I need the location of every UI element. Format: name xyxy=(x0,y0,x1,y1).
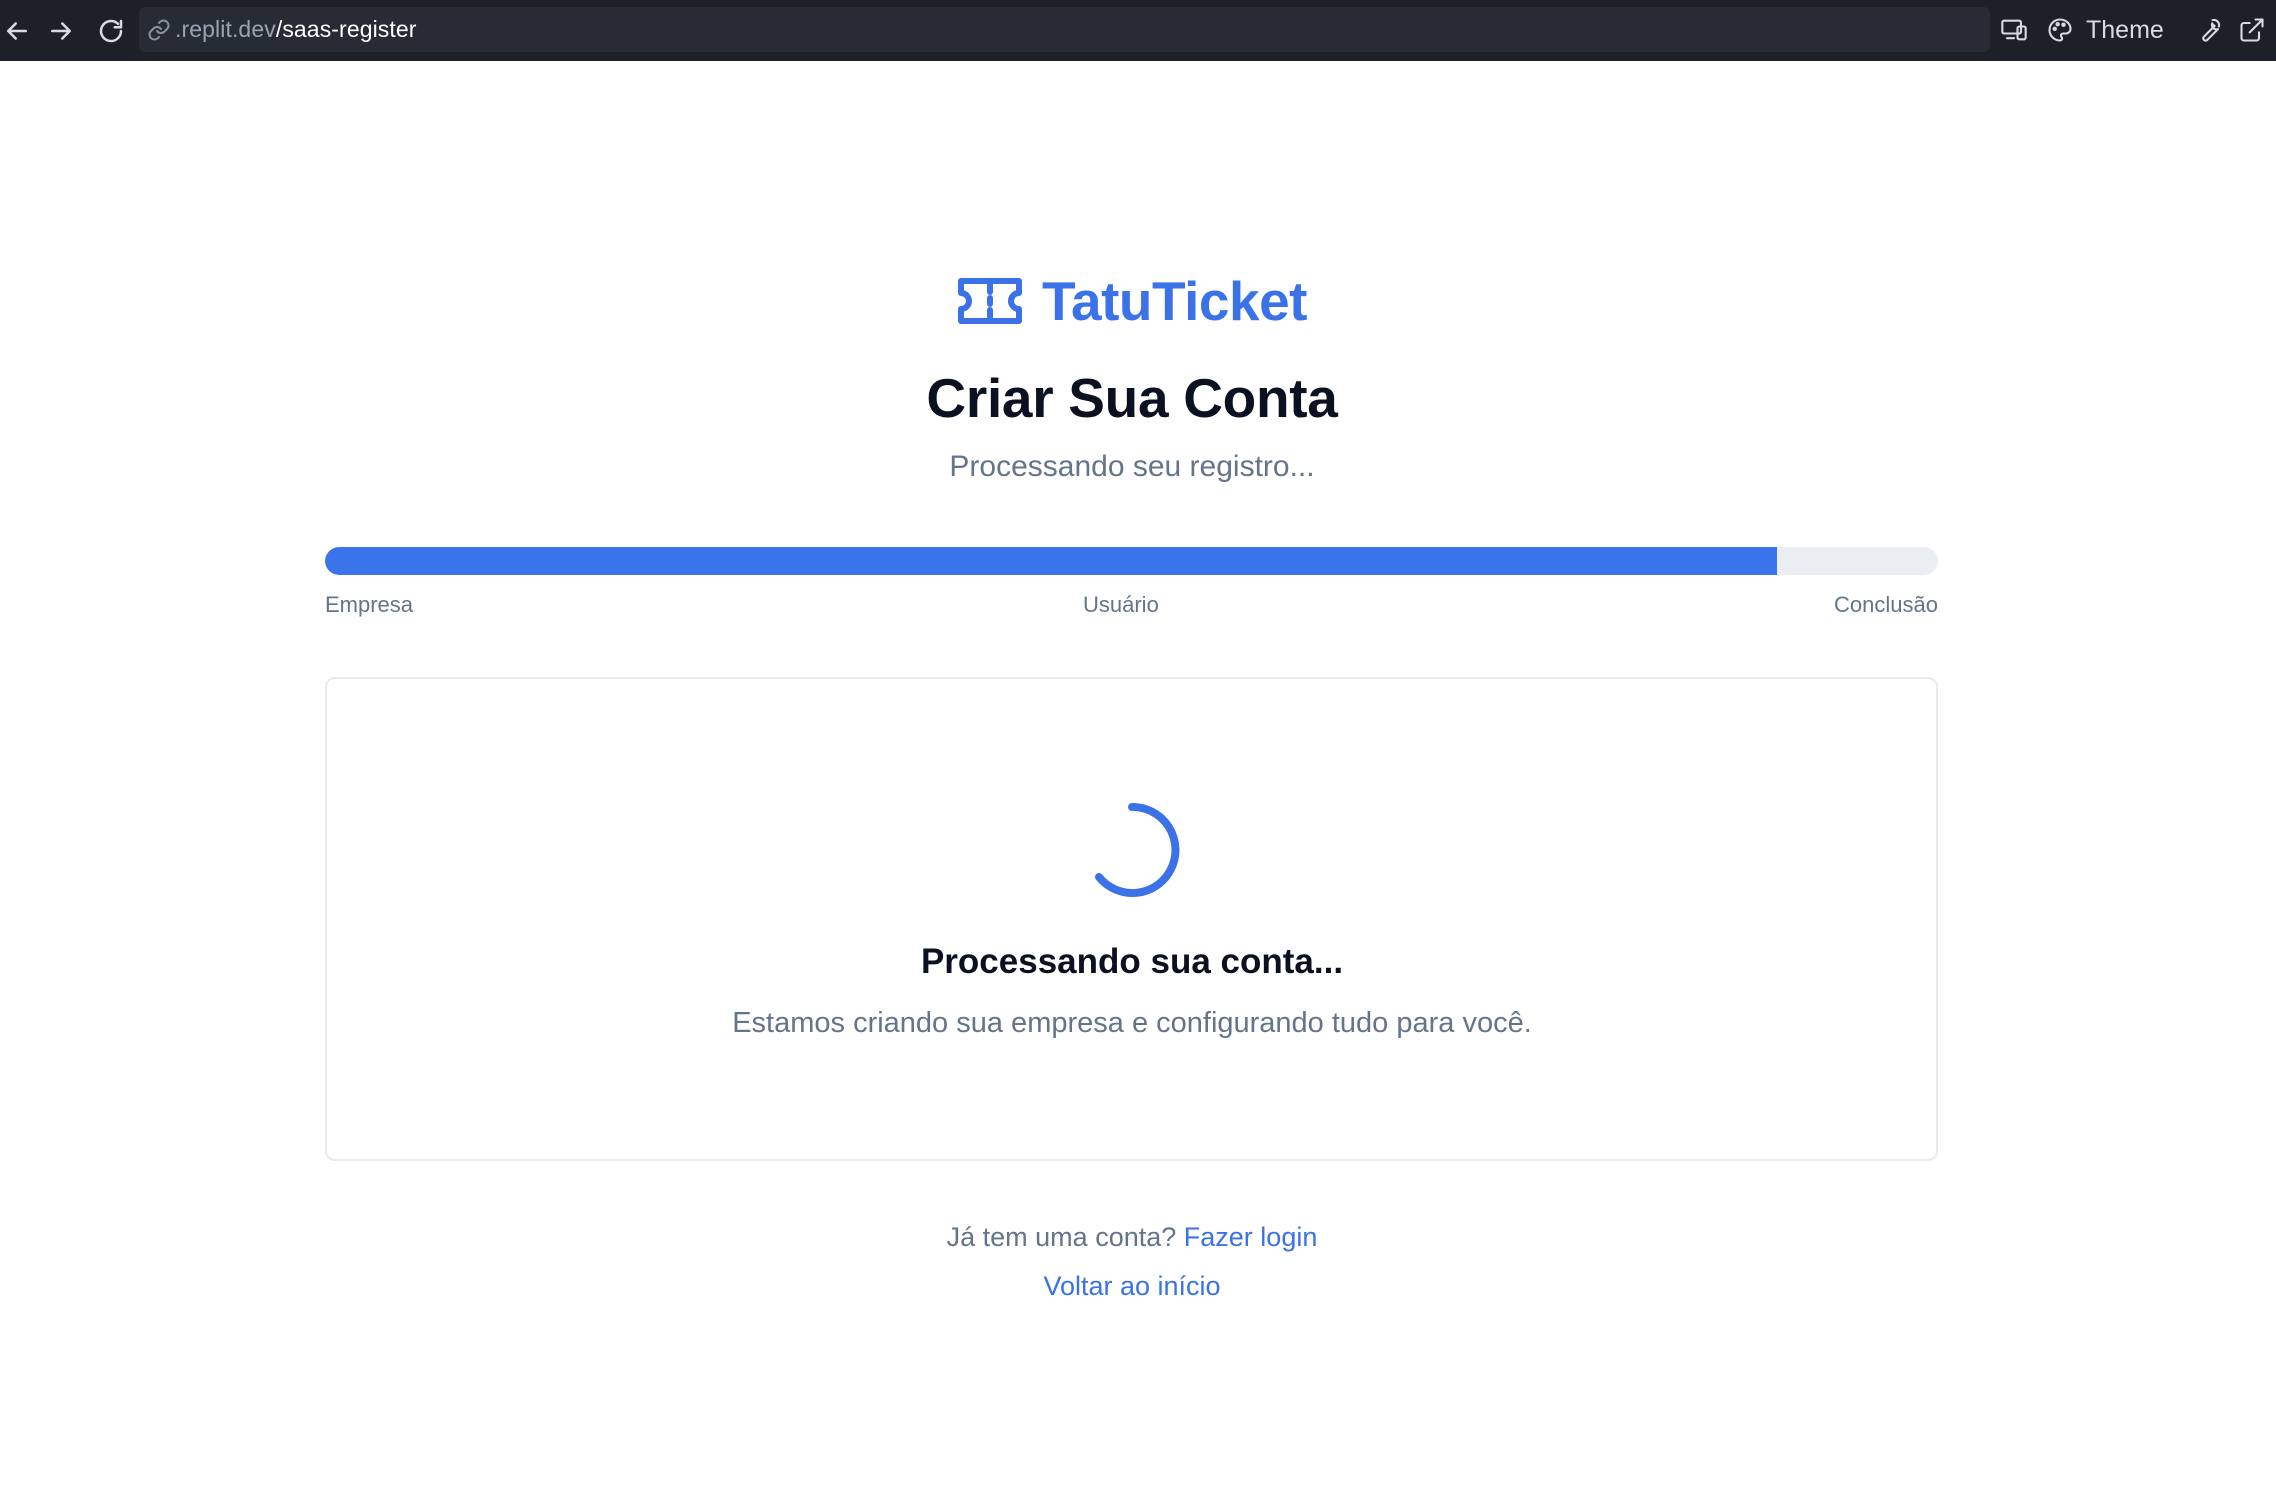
progress-bar xyxy=(325,547,1938,575)
browser-toolbar: .replit.dev/saas-register Theme xyxy=(0,0,2276,61)
login-link[interactable]: Fazer login xyxy=(1184,1222,1318,1252)
step-label-empresa: Empresa xyxy=(325,592,414,617)
page-title: Criar Sua Conta xyxy=(926,367,1338,429)
status-card xyxy=(325,677,1938,1161)
page-subtitle: Processando seu registro... xyxy=(949,450,1315,483)
reload-icon[interactable] xyxy=(94,14,128,48)
loading-spinner-icon xyxy=(1095,802,1180,897)
link-icon xyxy=(148,19,170,40)
wrench-icon[interactable] xyxy=(2195,14,2223,46)
brand-name: TatuTicket xyxy=(1042,270,1307,332)
status-message: Estamos criando sua empresa e configuran… xyxy=(732,1007,1532,1039)
open-external-icon[interactable] xyxy=(2238,14,2266,46)
login-prompt-text: Já tem uma conta? xyxy=(946,1222,1177,1252)
step-label-conclusao: Conclusão xyxy=(1834,592,1938,617)
theme-label: Theme xyxy=(2086,15,2164,44)
ticket-icon xyxy=(958,278,1022,324)
step-label-usuario: Usuário xyxy=(1083,592,1159,617)
forward-arrow-icon[interactable] xyxy=(44,14,78,48)
address-bar[interactable]: .replit.dev/saas-register xyxy=(139,7,1990,52)
back-home-row: Voltar ao início xyxy=(0,1271,2264,1302)
url-host: .replit.dev xyxy=(175,16,276,42)
brand-logo: TatuTicket xyxy=(955,268,1307,334)
theme-button[interactable]: Theme xyxy=(2046,14,2164,46)
back-home-link[interactable]: Voltar ao início xyxy=(1043,1271,1220,1301)
url-path: /saas-register xyxy=(275,16,417,42)
progress-fill xyxy=(325,547,1777,575)
back-arrow-icon[interactable] xyxy=(0,14,34,48)
url-text: .replit.dev/saas-register xyxy=(175,16,417,43)
devices-icon[interactable] xyxy=(2000,14,2028,46)
login-prompt: Já tem uma conta? Fazer login xyxy=(0,1222,2264,1253)
palette-icon xyxy=(2048,18,2072,42)
status-title: Processando sua conta... xyxy=(920,942,1344,981)
